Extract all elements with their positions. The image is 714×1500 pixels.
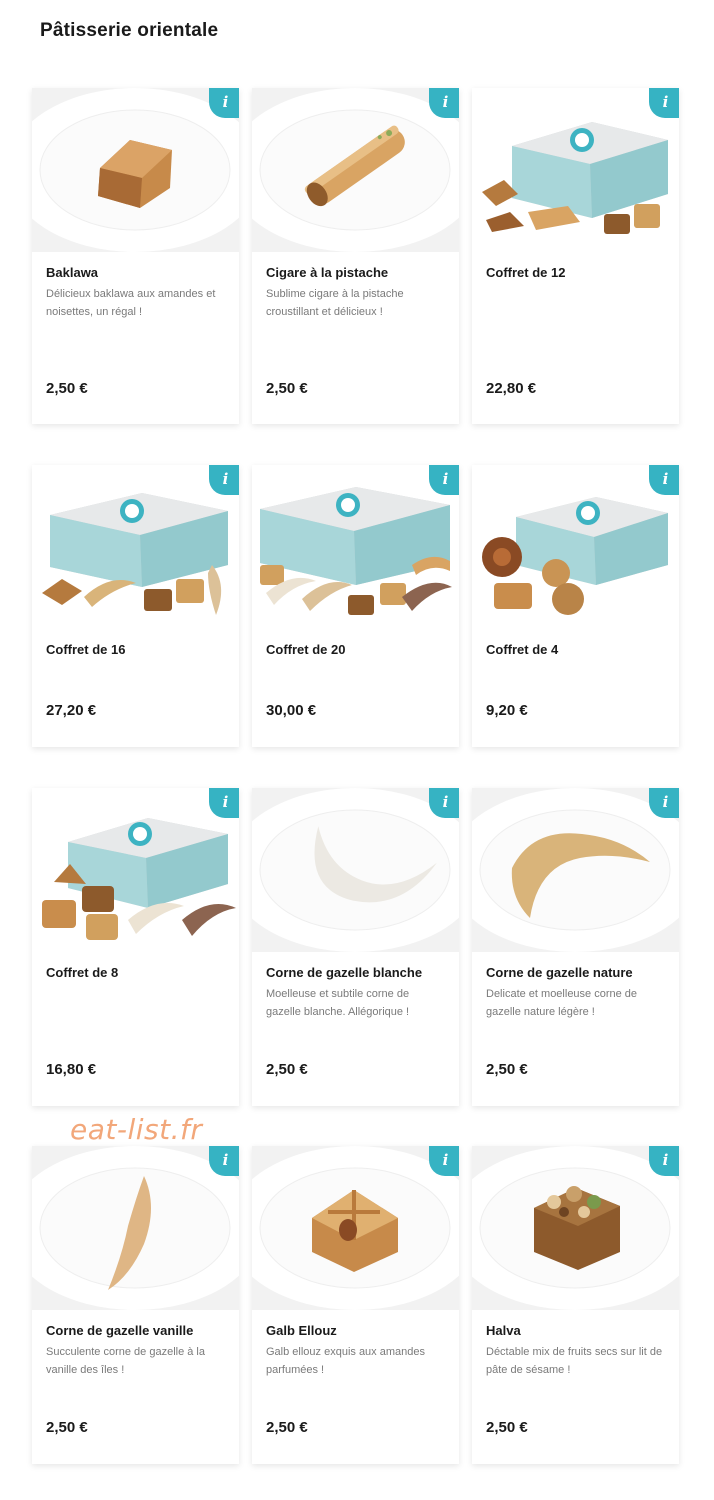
product-image: i <box>472 88 679 252</box>
product-card[interactable]: i Cigare à la pistache Sublime cigare à … <box>252 88 459 424</box>
product-price: 30,00 € <box>266 702 317 719</box>
info-icon[interactable]: i <box>429 788 459 818</box>
product-price: 2,50 € <box>46 380 88 397</box>
product-card[interactable]: i Coffret de 20 30,00 € <box>252 465 459 747</box>
product-image: i <box>252 1146 459 1310</box>
product-body: Coffret de 12 <box>472 252 679 282</box>
product-price: 27,20 € <box>46 702 97 719</box>
info-icon[interactable]: i <box>429 88 459 118</box>
section-title: Pâtisserie orientale <box>40 20 219 41</box>
product-description: Sublime cigare à la pistache croustillan… <box>266 288 404 318</box>
product-description: Déctable mix de fruits secs sur lit de p… <box>486 1346 663 1376</box>
product-name: Corne de gazelle blanche <box>266 965 423 980</box>
product-price: 22,80 € <box>486 380 537 397</box>
product-card[interactable]: i Corne de gazelle blanche Moelleuse et … <box>252 788 459 1106</box>
product-price: 9,20 € <box>486 702 528 719</box>
product-image: i <box>32 465 239 629</box>
product-name: Corne de gazelle vanille <box>46 1323 194 1338</box>
product-name: Coffret de 16 <box>46 642 126 657</box>
product-name: Corne de gazelle nature <box>486 965 633 980</box>
product-image: i <box>472 788 679 952</box>
product-price: 2,50 € <box>266 1419 308 1436</box>
product-card[interactable]: i Coffret de 8 16,80 € <box>32 788 239 1106</box>
info-icon[interactable]: i <box>429 465 459 495</box>
product-price: 16,80 € <box>46 1061 97 1078</box>
info-icon[interactable]: i <box>429 1146 459 1176</box>
info-icon[interactable]: i <box>649 1146 679 1176</box>
product-image: i <box>252 788 459 952</box>
product-card[interactable]: i Halva Déctable mix de fruits secs sur … <box>472 1146 679 1464</box>
product-price: 2,50 € <box>266 1061 308 1078</box>
product-image: i <box>472 465 679 629</box>
product-image: i <box>32 788 239 952</box>
product-image: i <box>252 88 459 252</box>
product-image: i <box>472 1146 679 1310</box>
info-icon[interactable]: i <box>209 88 239 118</box>
product-description: Delicate et moelleuse corne de gazelle n… <box>486 988 638 1018</box>
product-price: 2,50 € <box>486 1061 528 1078</box>
product-card[interactable]: i Corne de gazelle nature Delicate et mo… <box>472 788 679 1106</box>
info-icon[interactable]: i <box>649 465 679 495</box>
product-name: Galb Ellouz <box>266 1323 337 1338</box>
product-body: Corne de gazelle blanche Moelleuse et su… <box>252 952 459 1021</box>
product-image: i <box>32 1146 239 1310</box>
product-name: Coffret de 12 <box>486 265 566 280</box>
product-price: 2,50 € <box>486 1419 528 1436</box>
info-icon[interactable]: i <box>209 1146 239 1176</box>
product-card[interactable]: i Galb Ellouz Galb ellouz exquis aux ama… <box>252 1146 459 1464</box>
info-icon[interactable]: i <box>209 788 239 818</box>
product-body: Halva Déctable mix de fruits secs sur li… <box>472 1310 679 1379</box>
product-price: 2,50 € <box>46 1419 88 1436</box>
product-description: Moelleuse et subtile corne de gazelle bl… <box>266 988 410 1018</box>
product-card[interactable]: i Baklawa Délicieux baklawa aux amandes … <box>32 88 239 424</box>
product-name: Baklawa <box>46 265 99 280</box>
product-image: i <box>32 88 239 252</box>
product-body: Coffret de 20 <box>252 629 459 659</box>
product-listing-page: Pâtisserie orientale i Baklawa Délicieux… <box>0 0 714 1500</box>
product-card[interactable]: i Coffret de 4 9,20 € <box>472 465 679 747</box>
product-image: i <box>252 465 459 629</box>
product-description: Délicieux baklawa aux amandes et noisett… <box>46 288 216 318</box>
product-body: Galb Ellouz Galb ellouz exquis aux amand… <box>252 1310 459 1379</box>
product-body: Coffret de 16 <box>32 629 239 659</box>
product-name: Cigare à la pistache <box>266 265 389 280</box>
product-card[interactable]: i Coffret de 16 27,20 € <box>32 465 239 747</box>
info-icon[interactable]: i <box>209 465 239 495</box>
product-card[interactable]: i Corne de gazelle vanille Succulente co… <box>32 1146 239 1464</box>
product-name: Halva <box>486 1323 521 1338</box>
product-price: 2,50 € <box>266 380 308 397</box>
info-icon[interactable]: i <box>649 88 679 118</box>
product-name: Coffret de 8 <box>46 965 119 980</box>
product-description: Succulente corne de gazelle à la vanille… <box>46 1346 205 1376</box>
product-body: Cigare à la pistache Sublime cigare à la… <box>252 252 459 321</box>
product-body: Corne de gazelle vanille Succulente corn… <box>32 1310 239 1379</box>
product-body: Coffret de 4 <box>472 629 679 659</box>
product-body: Coffret de 8 <box>32 952 239 982</box>
product-name: Coffret de 20 <box>266 642 346 657</box>
product-name: Coffret de 4 <box>486 642 559 657</box>
product-card[interactable]: i Coffret de 12 22,80 € <box>472 88 679 424</box>
product-description: Galb ellouz exquis aux amandes parfumées… <box>266 1346 425 1376</box>
info-icon[interactable]: i <box>649 788 679 818</box>
product-body: Baklawa Délicieux baklawa aux amandes et… <box>32 252 239 321</box>
product-body: Corne de gazelle nature Delicate et moel… <box>472 952 679 1021</box>
watermark-text: eat-list.fr <box>70 1113 203 1146</box>
